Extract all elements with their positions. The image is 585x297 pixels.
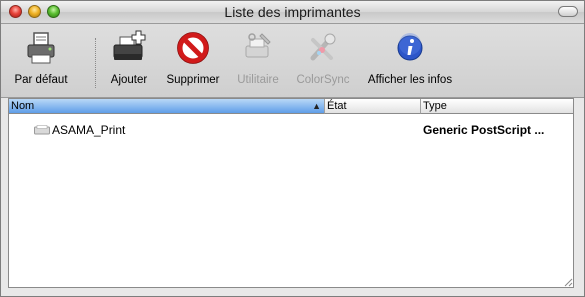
add-printer-label: Ajouter <box>110 74 148 86</box>
printer-type: Generic PostScript ... <box>423 123 545 137</box>
column-header-name[interactable]: Nom ▲ <box>9 99 325 114</box>
sort-ascending-icon: ▲ <box>312 101 321 111</box>
printer-icon <box>34 125 50 135</box>
column-header-name-label: Nom <box>11 100 35 112</box>
delete-prohibited-icon <box>177 32 209 64</box>
toolbar-toggle-button[interactable] <box>558 6 578 17</box>
utility-label: Utilitaire <box>237 74 279 86</box>
utility-icon <box>245 33 271 58</box>
column-header-type[interactable]: Type <box>421 99 573 114</box>
window-title: Liste des imprimantes <box>224 4 361 20</box>
toolbar: Par défaut Ajouter Supprimer Utilitaire … <box>1 24 584 98</box>
delete-printer-button[interactable]: Supprimer <box>159 30 227 92</box>
column-header-status[interactable]: État <box>325 99 421 114</box>
colorsync-button[interactable]: ColorSync <box>291 30 355 92</box>
printer-name: ASAMA_Print <box>52 123 126 137</box>
table-row[interactable]: ASAMA_Print Generic PostScript ... <box>9 122 573 139</box>
utility-button[interactable]: Utilitaire <box>229 30 287 92</box>
toolbar-separator <box>95 38 96 88</box>
show-info-button[interactable]: Afficher les infos <box>358 30 462 92</box>
column-header-status-label: État <box>327 100 347 112</box>
colorsync-icon <box>310 33 336 61</box>
printer-list: Nom ▲ État Type ASAMA_Print Generic Post… <box>8 98 574 288</box>
default-printer-button[interactable]: Par défaut <box>5 30 77 92</box>
printer-default-icon <box>27 32 55 64</box>
show-info-label: Afficher les infos <box>367 74 453 86</box>
info-icon <box>397 33 423 61</box>
resize-grip-icon[interactable] <box>561 275 573 287</box>
title-bar[interactable]: Liste des imprimantes <box>1 1 584 24</box>
column-header-type-label: Type <box>423 100 447 112</box>
default-printer-label: Par défaut <box>14 74 68 86</box>
delete-printer-label: Supprimer <box>166 74 220 86</box>
add-printer-button[interactable]: Ajouter <box>104 30 154 92</box>
printer-add-icon <box>113 30 146 60</box>
colorsync-label: ColorSync <box>296 74 350 86</box>
printer-list-window: Liste des imprimantes Par défaut Ajouter… <box>0 0 585 297</box>
